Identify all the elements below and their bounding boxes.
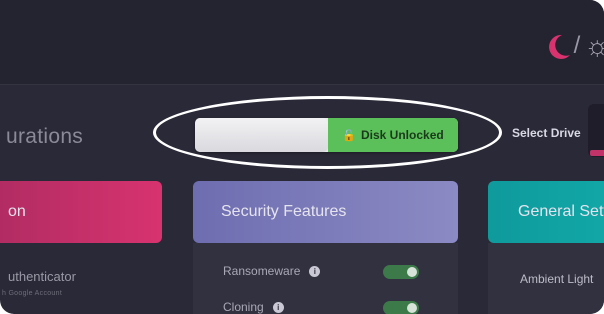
toggle-knob[interactable] [195, 118, 328, 152]
moon-icon[interactable] [542, 31, 572, 61]
authenticator-title: uthenticator [8, 269, 76, 284]
feature-label: Cloning [223, 300, 264, 314]
theme-switcher: / ☼ [542, 26, 604, 66]
disk-unlocked-state[interactable]: 🔓 Disk Unlocked [328, 118, 458, 152]
cloning-toggle[interactable] [383, 301, 419, 314]
drive-indicator [590, 150, 604, 156]
feature-row-ransomware: Ransomeware i [223, 264, 321, 278]
disk-status-label: Disk Unlocked [361, 128, 444, 142]
feature-row-cloning: Cloning i [223, 300, 284, 314]
section-title: urations [6, 125, 84, 148]
top-bar: / ☼ [0, 0, 604, 85]
info-icon[interactable]: i [309, 265, 321, 277]
ambient-light-label: Ambient Light [520, 272, 594, 286]
card-header-left: on [0, 181, 162, 243]
card-header-general: General Setti [488, 181, 604, 243]
card-title-left: on [8, 203, 26, 220]
select-drive-label: Select Drive [512, 126, 581, 140]
ransomware-toggle[interactable] [383, 265, 419, 279]
sun-icon[interactable]: ☼ [584, 30, 604, 62]
card-header-security: Security Features [193, 181, 458, 243]
app-window: / ☼ urations 🔓 Disk Unlocked Select Driv… [0, 0, 604, 314]
feature-label: Ransomeware [223, 264, 301, 278]
authenticator-subtitle: h Google Account [2, 290, 63, 297]
unlock-icon: 🔓 [342, 129, 356, 142]
card-title-general: General Setti [518, 203, 604, 220]
toggle-thumb [407, 303, 417, 313]
disk-lock-toggle[interactable]: 🔓 Disk Unlocked [195, 118, 458, 152]
toggle-thumb [407, 267, 417, 277]
card-title-security: Security Features [221, 203, 347, 220]
info-icon[interactable]: i [272, 301, 284, 313]
theme-divider: / [573, 32, 581, 59]
